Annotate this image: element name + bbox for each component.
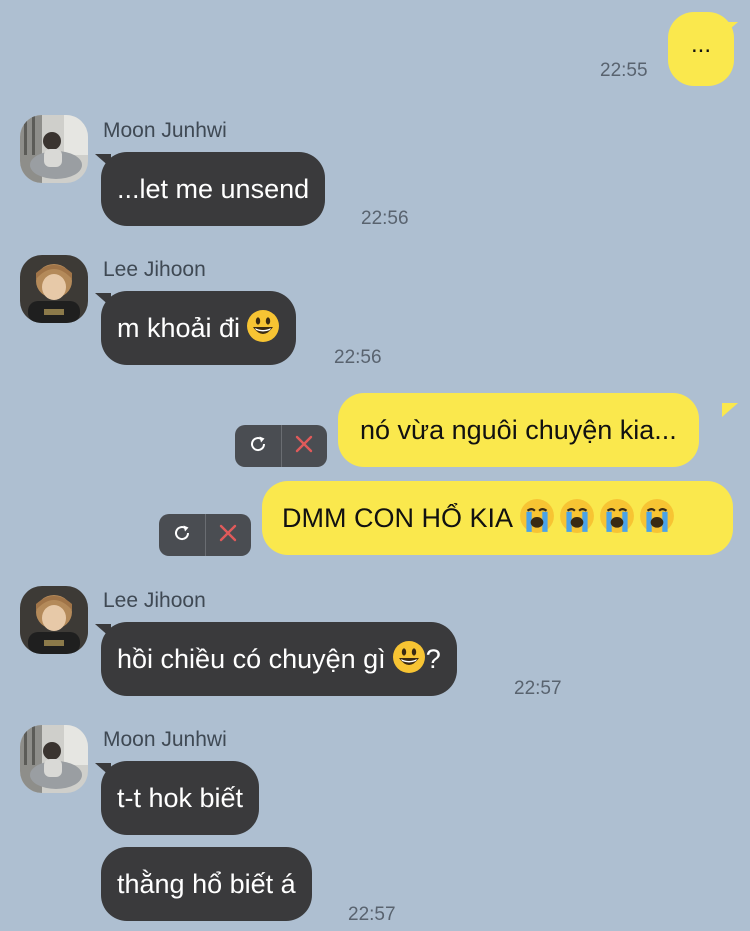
message-text: DMM CON HỔ KIA [282,502,514,533]
retry-button[interactable] [235,425,281,467]
incoming-message-bubble[interactable]: m khoải đi [101,291,297,365]
message-text: thằng hổ biết á [117,868,296,899]
refresh-icon [247,433,269,460]
loudly-crying-face-emoji [519,498,555,539]
message-text: ... [690,31,711,58]
message-time: 22:57 [514,678,562,699]
failed-send-actions [159,514,251,556]
grinning-face-emoji [246,309,280,348]
retry-button[interactable] [159,514,205,556]
sender-name: Moon Junhwi [103,728,227,751]
incoming-message-bubble[interactable]: hồi chiều có chuyện gì ? [101,622,457,696]
avatar-moon-junhwi[interactable] [20,725,88,793]
sender-name: Moon Junhwi [103,119,227,142]
message-text: ...let me unsend [117,173,310,204]
divider [205,514,206,556]
avatar-lee-jihoon[interactable] [20,255,88,323]
avatar-lee-jihoon[interactable] [20,586,88,654]
incoming-message-bubble[interactable]: thằng hổ biết á [101,847,312,921]
message-text: nó vừa nguôi chuyện kia... [360,414,677,445]
close-icon [218,523,238,548]
loudly-crying-face-emoji [639,498,675,539]
message-time: 22:57 [348,904,396,925]
loudly-crying-face-emoji [559,498,595,539]
message-time: 22:55 [600,60,648,81]
failed-send-actions [235,425,327,467]
outgoing-message-bubble[interactable]: nó vừa nguôi chuyện kia... [338,393,699,467]
message-time: 22:56 [361,208,409,229]
incoming-message-bubble[interactable]: ...let me unsend [101,152,326,226]
message-text: m khoải đi [117,312,241,343]
message-text-suffix: ? [425,643,441,674]
delete-button[interactable] [281,425,327,467]
message-text: t-t hok biết [117,782,244,813]
incoming-message-bubble[interactable]: t-t hok biết [101,761,260,835]
avatar-moon-junhwi[interactable] [20,115,88,183]
message-time: 22:56 [334,347,382,368]
divider [281,425,282,467]
sender-name: Lee Jihoon [103,589,206,612]
bubble-tail [722,22,738,36]
refresh-icon [171,522,193,549]
sender-name: Lee Jihoon [103,258,206,281]
delete-button[interactable] [205,514,251,556]
grinning-face-emoji [392,640,426,679]
message-text: hồi chiều có chuyện gì [117,643,386,674]
outgoing-message-bubble[interactable]: DMM CON HỔ KIA [262,481,733,555]
close-icon [294,434,314,459]
loudly-crying-face-emoji [599,498,635,539]
bubble-tail [722,403,738,417]
